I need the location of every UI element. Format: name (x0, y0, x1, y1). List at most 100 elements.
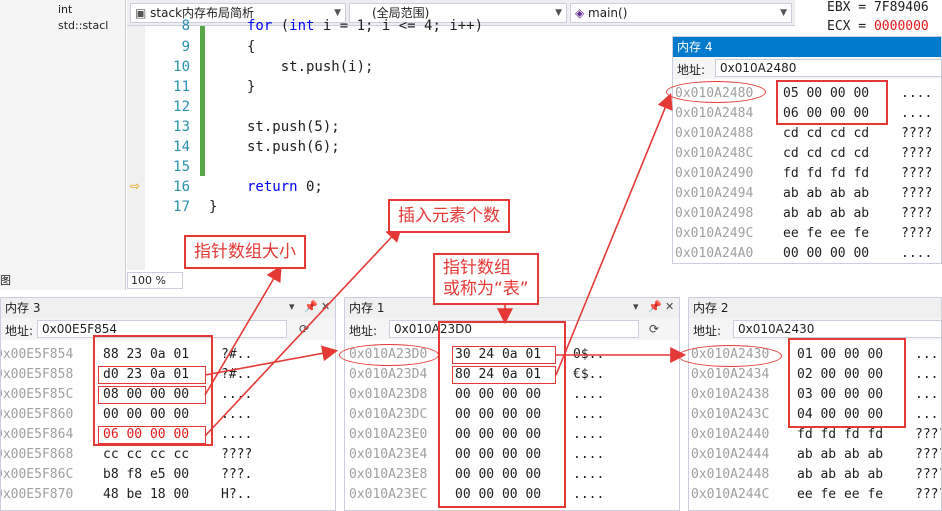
line-number: 9 (181, 39, 190, 55)
memory-address: 0x010A23E0 (349, 427, 428, 442)
close-icon[interactable]: ✕ (665, 300, 674, 313)
note-map-table-line2: 或称为“表” (443, 279, 529, 299)
memory-ascii: .... (901, 86, 933, 101)
code-line: return 0; (247, 179, 323, 195)
code-line: st.push(5); (247, 119, 340, 135)
highlight-box-mem3-map-size (98, 386, 206, 404)
memory-2-address-input[interactable]: 0x010A2430 (733, 320, 941, 338)
method-icon: ◈ (575, 6, 589, 20)
change-tracking-bar (200, 26, 205, 176)
registers-panel: EBX = 7F89406 ECX = 0000000 (795, 0, 942, 36)
note-elem-count: 插入元素个数 (388, 199, 510, 233)
memory-address: 0x010A2444 (691, 447, 770, 462)
local-type-int: int (58, 3, 73, 16)
memory-ascii: ???? (901, 146, 933, 161)
memory-row[interactable]: 0x010A244C ee fe ee fe???? (689, 485, 941, 505)
function-combo-label: main() (588, 6, 628, 20)
dropdown-icon[interactable]: ▾ (289, 300, 295, 313)
memory-3-title[interactable]: 内存 3 (1, 298, 335, 318)
instruction-pointer-icon: ⇨ (130, 179, 141, 193)
memory-row[interactable]: 0x010A2488 cd cd cd cd???? (673, 124, 941, 144)
memory-address: 0x010A2440 (691, 427, 770, 442)
memory-address: 0x010A23DC (349, 407, 428, 422)
memory-row[interactable]: 0x00E5F870 48 be 18 00 H?.. (1, 485, 335, 505)
memory-ascii: .... (901, 246, 933, 261)
register-ebx: EBX = 7F89406 (827, 0, 929, 15)
memory-bytes: b8 f8 e5 00 (103, 467, 190, 482)
line-number: 15 (173, 159, 190, 175)
memory-ascii: .... (221, 427, 253, 442)
memory-bytes: cd cd cd cd (783, 146, 870, 161)
highlight-ellipse-mem1-address (339, 344, 439, 366)
memory-row[interactable]: 0x010A2448 ab ab ab ab???? (689, 465, 941, 485)
refresh-icon[interactable]: ⟳ (649, 322, 659, 336)
memory-row[interactable]: 0x010A249C ee fe ee fe???? (673, 224, 941, 244)
note-map-size: 指针数组大小 (184, 235, 306, 269)
address-label: 地址: (5, 324, 34, 338)
memory-row[interactable]: 0x00E5F86C b8 f8 e5 00???. (1, 465, 335, 485)
memory-2-title[interactable]: 内存 2 (689, 298, 941, 318)
line-number: 10 (173, 59, 190, 75)
memory-ascii: ???? (915, 427, 941, 442)
highlight-box-mem3-elem-count (98, 426, 206, 444)
memory-ascii: .... (573, 387, 605, 402)
code-editor[interactable] (127, 26, 672, 270)
line-number: 16 (173, 179, 190, 195)
memory-address: 0x00E5F858 (0, 367, 74, 382)
memory-row[interactable]: 0x010A24A0 00 00 00 00.... (673, 244, 941, 263)
code-line: st.push(6); (247, 139, 340, 155)
close-icon[interactable]: ✕ (321, 300, 330, 313)
memory-address: 0x010A2494 (675, 186, 754, 201)
memory-address: 0x010A23E8 (349, 467, 428, 482)
memory-address: 0x010A2484 (675, 106, 754, 121)
memory-bytes: fd fd fd fd (783, 166, 870, 181)
line-number: 17 (173, 199, 190, 215)
memory-ascii: ???? (901, 126, 933, 141)
memory-address: 0x010A2490 (675, 166, 754, 181)
memory-address: 0x010A249C (675, 226, 754, 241)
memory-4-address-bar: 地址: 0x010A2480 (673, 57, 941, 79)
line-number: 14 (173, 139, 190, 155)
memory-row[interactable]: 0x010A2444 ab ab ab ab???? (689, 445, 941, 465)
memory-ascii: ???? (901, 186, 933, 201)
memory-ascii: .... (573, 407, 605, 422)
memory-address: 0x010A2448 (691, 467, 770, 482)
memory-ascii: ?#.. (221, 367, 253, 382)
memory-4-address-input[interactable]: 0x010A2480 (715, 59, 941, 77)
line-number: 13 (173, 119, 190, 135)
memory-bytes: 00 00 00 00 (783, 246, 870, 261)
highlight-box-mem1-ptr2 (452, 366, 556, 384)
memory-ascii: .... (573, 427, 605, 442)
zoom-level-combo[interactable]: 100 % (127, 272, 183, 289)
memory-row[interactable]: 0x010A2498 ab ab ab ab???? (673, 204, 941, 224)
memory-bytes: cc cc cc cc (103, 447, 190, 462)
memory-row[interactable]: 0x010A2440 fd fd fd fd???? (689, 425, 941, 445)
pin-icon[interactable]: 📌 (304, 300, 318, 313)
memory-row[interactable]: 0x010A248C cd cd cd cd???? (673, 144, 941, 164)
memory-ascii: ???? (221, 447, 253, 462)
highlight-box-mem2-values (788, 338, 906, 428)
memory-row[interactable]: 0x010A2490 fd fd fd fd???? (673, 164, 941, 184)
memory-ascii: ???? (901, 226, 933, 241)
memory-address: 0x00E5F854 (0, 347, 74, 362)
code-line: { (247, 39, 256, 55)
memory-bytes: ee fe ee fe (783, 226, 870, 241)
dropdown-icon[interactable]: ▾ (633, 300, 639, 313)
highlight-ellipse-mem2-address (678, 345, 782, 367)
memory-ascii: ???? (915, 467, 941, 482)
memory-row[interactable]: 0x010A2494 ab ab ab ab???? (673, 184, 941, 204)
function-combo[interactable]: ◈ main() ▼ (570, 3, 792, 23)
memory-address: 0x00E5F860 (0, 407, 74, 422)
memory-ascii: .... (573, 467, 605, 482)
memory-address: 0x010A248C (675, 146, 754, 161)
memory-bytes: 48 be 18 00 (103, 487, 190, 502)
memory-4-title[interactable]: 内存 4 (673, 37, 941, 57)
refresh-icon[interactable]: ⟳ (299, 322, 309, 336)
memory-4-window: 内存 4 地址: 0x010A2480 0x010A2480 05 00 00 0… (672, 36, 942, 264)
pin-icon[interactable]: 📌 (648, 300, 662, 313)
memory-address: 0x010A243C (691, 407, 770, 422)
memory-ascii: .... (221, 387, 253, 402)
memory-ascii: ???? (901, 206, 933, 221)
highlight-box-mem4-values (776, 80, 888, 125)
memory-row[interactable]: 0x00E5F868 cc cc cc cc???? (1, 445, 335, 465)
